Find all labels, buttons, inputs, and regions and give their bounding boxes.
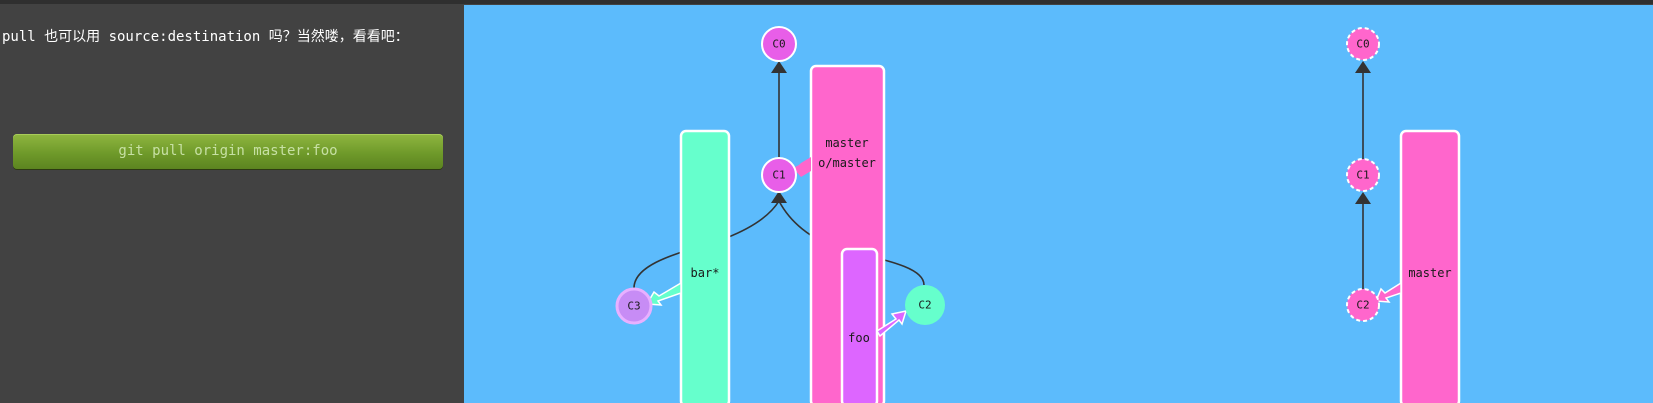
commit-c2[interactable]: C2 [905, 285, 945, 325]
instructions-text: pull 也可以用 source:destination 吗？当然喽，看看吧： [2, 29, 409, 45]
local-repo: C0 master o/master C1 bar* C3 foo C2 [615, 26, 945, 403]
git-tree-svg: C0 master o/master C1 bar* C3 foo C2 C0 … [615, 26, 1461, 403]
branch-bar[interactable]: bar* [679, 129, 731, 403]
branch-master-label: master [825, 136, 868, 150]
branch-o-master-label: o/master [818, 156, 876, 170]
branch-foo[interactable]: foo [840, 247, 879, 403]
git-command-button[interactable]: git pull origin master:foo [13, 134, 443, 169]
branch-foo-label: foo [848, 331, 870, 345]
branch-bar-pointer [645, 281, 682, 306]
commit-c3-label: C3 [627, 300, 640, 313]
remote-commit-c2-label: C2 [1356, 299, 1369, 312]
remote-commit-c0-label: C0 [1356, 38, 1369, 51]
remote-commit-c1-label: C1 [1356, 169, 1369, 182]
remote-edge-c1-c0-arrowhead [1355, 61, 1371, 73]
remote-branch-master-label: master [1408, 266, 1451, 280]
remote-branch-master-pointer [1374, 281, 1402, 303]
commit-c1-label: C1 [772, 169, 785, 182]
remote-commit-c1[interactable]: C1 [1346, 158, 1380, 192]
commit-c3[interactable]: C3 [615, 287, 653, 325]
remote-edge-c2-c1-arrowhead [1355, 192, 1371, 204]
remote-commit-c2[interactable]: C2 [1346, 288, 1380, 322]
branch-bar-label: bar* [691, 266, 720, 280]
commit-c0[interactable]: C0 [761, 26, 797, 62]
commit-c0-label: C0 [772, 38, 785, 51]
visualization-canvas: C0 master o/master C1 bar* C3 foo C2 C0 … [464, 5, 1653, 403]
remote-branch-master[interactable]: master [1399, 129, 1461, 403]
commit-c2-label: C2 [918, 299, 931, 312]
edge-c1-c0-arrowhead [771, 61, 787, 73]
commit-c1[interactable]: C1 [761, 157, 797, 193]
remote-commit-c0[interactable]: C0 [1346, 27, 1380, 61]
remote-repo: C0 C1 master C2 [1346, 27, 1461, 403]
top-bar [0, 0, 1653, 4]
